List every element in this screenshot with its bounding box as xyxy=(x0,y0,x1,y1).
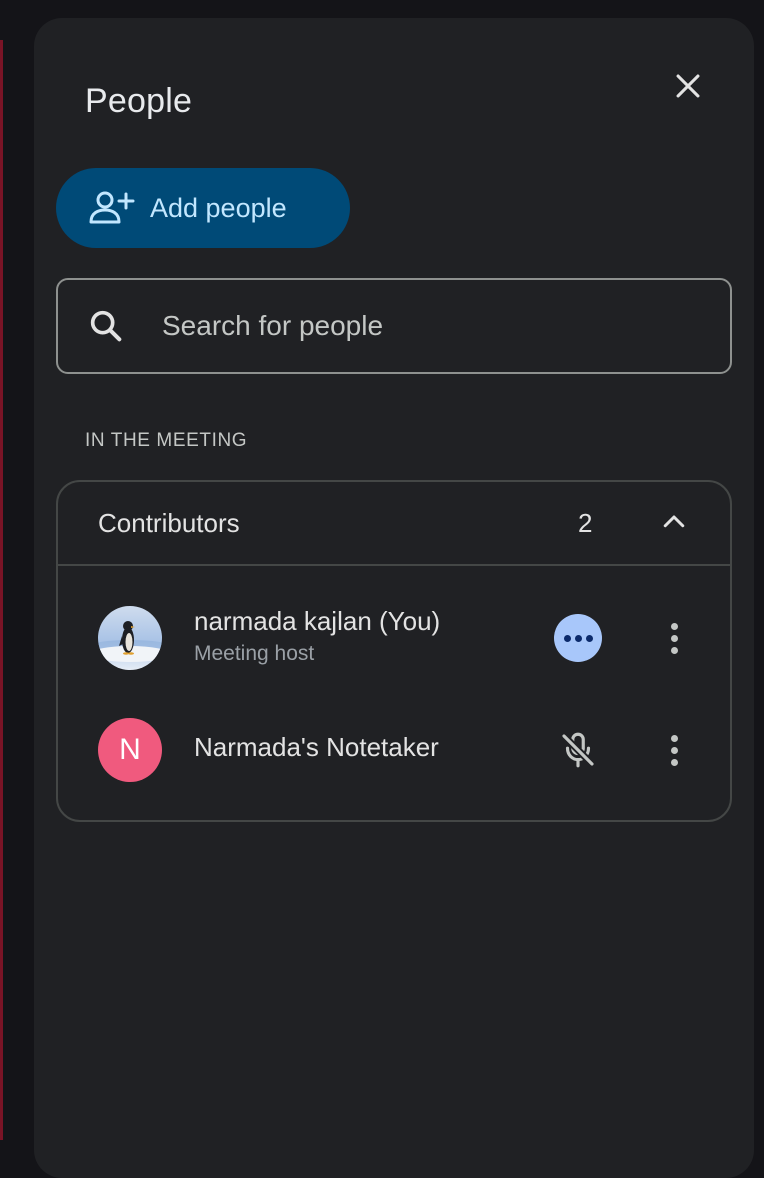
close-button[interactable] xyxy=(664,64,712,112)
more-vert-icon xyxy=(670,734,678,742)
search-field[interactable] xyxy=(56,278,732,374)
avatar xyxy=(98,606,162,670)
penguin-avatar-image xyxy=(98,606,162,670)
more-options-button[interactable] xyxy=(654,614,694,662)
more-options-button[interactable] xyxy=(654,726,694,774)
contributors-group: Contributors 2 narmada kajlan (You) Meet… xyxy=(56,480,732,822)
search-icon xyxy=(84,304,128,348)
speaking-indicator xyxy=(554,614,602,662)
mic-off-icon xyxy=(554,726,602,774)
chevron-up-icon[interactable] xyxy=(656,504,692,540)
contributors-count: 2 xyxy=(578,508,593,538)
contributors-title: Contributors xyxy=(98,508,240,538)
section-label-in-meeting: IN THE MEETING xyxy=(85,430,248,451)
people-panel: People Add people IN THE MEETING xyxy=(34,18,754,1178)
close-icon xyxy=(671,69,705,108)
participant-name: Narmada's Notetaker xyxy=(194,732,439,762)
more-vert-icon xyxy=(670,622,678,630)
avatar: N xyxy=(98,718,162,782)
participant-row[interactable]: N Narmada's Notetaker xyxy=(58,700,730,800)
participant-name: narmada kajlan (You) xyxy=(194,606,441,636)
participant-row[interactable]: narmada kajlan (You) Meeting host xyxy=(58,588,730,688)
search-input[interactable] xyxy=(160,309,684,343)
participant-role: Meeting host xyxy=(194,642,315,665)
panel-title: People xyxy=(85,82,193,120)
contributors-header[interactable]: Contributors 2 xyxy=(58,482,730,566)
add-people-button[interactable]: Add people xyxy=(56,168,350,248)
speaking-indicator-icon xyxy=(554,614,602,662)
person-add-icon xyxy=(88,188,136,228)
add-people-label: Add people xyxy=(150,192,287,223)
adjacent-panel-edge xyxy=(0,40,3,1140)
